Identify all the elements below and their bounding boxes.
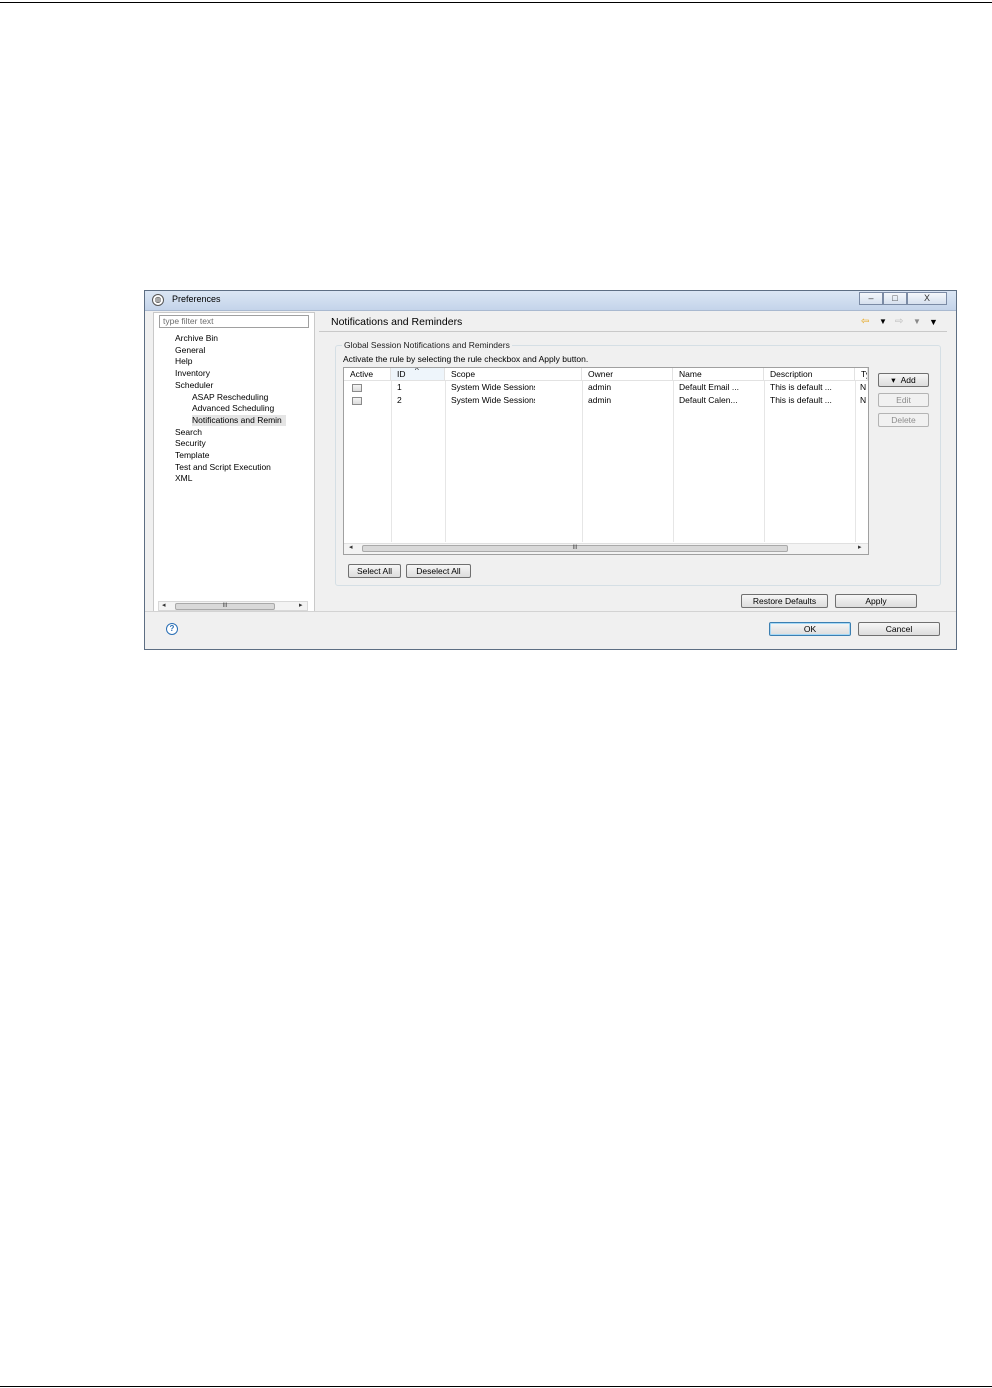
page-title: Notifications and Reminders [331,316,463,328]
active-checkbox[interactable] [352,397,362,405]
delete-button[interactable]: Delete [878,413,929,427]
tree-item[interactable]: Security [175,438,206,449]
cell-name: Default Email ... [679,382,739,392]
column-header-description[interactable]: Description [764,368,855,381]
column-header-id[interactable]: ID ^ [391,368,445,381]
preferences-window: ◍ Preferences – □ X type filter text Arc… [144,290,957,650]
preference-page: Notifications and Reminders ⇦ ▼ ⇨ ▼ ▼ Gl… [319,312,947,612]
page-bottom-rule [0,1386,992,1387]
view-menu-icon[interactable]: ▼ [929,317,938,327]
cell-owner: admin [588,395,612,405]
forward-menu-icon[interactable]: ▼ [913,317,921,327]
scroll-left-icon[interactable]: ◂ [349,544,353,552]
column-header-type[interactable]: Ty [855,368,868,381]
scroll-thumb[interactable]: III [362,545,788,552]
preference-tree-pane: type filter text Archive Bin General Help I… [153,312,315,612]
dropdown-arrow-icon: ▾ [891,375,896,385]
add-button-label: Add [900,375,916,385]
dialog-separator [145,611,956,612]
scroll-thumb[interactable]: III [175,603,275,610]
cell-owner: admin [588,382,612,392]
maximize-button[interactable]: □ [883,292,907,305]
tree-item[interactable]: Advanced Scheduling [192,403,274,414]
close-button[interactable]: X [907,292,947,305]
tree-item[interactable]: Template [175,450,210,461]
column-divider [764,381,765,542]
cell-id: 2 [397,395,402,405]
minimize-button[interactable]: – [859,292,883,305]
sort-ascending-icon: ^ [415,368,419,375]
page-top-rule [0,2,992,3]
cancel-button[interactable]: Cancel [858,622,940,636]
ok-button[interactable]: OK [769,622,851,636]
column-header-scope[interactable]: Scope [445,368,582,381]
back-menu-icon[interactable]: ▼ [879,317,887,327]
back-arrow-icon[interactable]: ⇦ [861,317,869,327]
column-header-owner[interactable]: Owner [582,368,673,381]
cell-description: This is default ... [770,395,832,405]
cell-scope: System Wide Sessions [451,382,535,392]
scroll-right-icon[interactable]: ▸ [858,544,862,552]
notifications-group: Global Session Notifications and Reminde… [335,340,941,586]
cell-name: Default Calen... [679,395,738,405]
tree-item[interactable]: Archive Bin [175,333,218,344]
edit-button[interactable]: Edit [878,393,929,407]
column-divider [673,381,674,542]
tree-item[interactable]: XML [175,473,192,484]
scroll-right-icon[interactable]: ▸ [299,602,303,610]
table-horizontal-scrollbar[interactable]: ◂ III ▸ [344,543,868,554]
column-header-id-label: ID [397,369,406,379]
tree-item[interactable]: Test and Script Execution [175,462,271,473]
add-button[interactable]: ▾ Add [878,373,929,387]
column-header-name[interactable]: Name [673,368,764,381]
tree-item[interactable]: Inventory [175,368,210,379]
column-header-active[interactable]: Active [344,368,391,381]
column-divider [582,381,583,542]
scroll-left-icon[interactable]: ◂ [162,602,166,610]
cell-scope: System Wide Sessions [451,395,535,405]
help-icon[interactable]: ? [166,623,178,635]
group-label: Global Session Notifications and Reminde… [342,340,512,350]
filter-input[interactable]: type filter text [159,315,309,328]
apply-button[interactable]: Apply [835,594,917,608]
cell-type: N [860,395,867,405]
tree-item[interactable]: Notifications and Remin [192,414,286,426]
instruction-text: Activate the rule by selecting the rule … [343,354,589,364]
active-checkbox[interactable] [352,384,362,392]
select-all-button[interactable]: Select All [348,564,401,578]
cell-id: 1 [397,382,402,392]
tree-item[interactable]: Scheduler [175,380,213,391]
rules-table: Active ID ^ Scope Owner Name Description… [343,367,869,555]
column-divider [445,381,446,542]
column-divider [391,381,392,542]
tree-item[interactable]: General [175,345,205,356]
title-separator [319,331,947,332]
tree-horizontal-scrollbar[interactable]: ◂ III ▸ [158,601,308,611]
cell-type: N [860,382,867,392]
restore-defaults-button[interactable]: Restore Defaults [741,594,828,608]
globe-icon: ◍ [152,294,164,306]
tree-item[interactable]: Help [175,356,192,367]
column-divider [855,381,856,542]
cell-description: This is default ... [770,382,832,392]
window-title: Preferences [172,294,221,304]
title-bar[interactable]: ◍ Preferences – □ X [145,291,956,311]
deselect-all-button[interactable]: Deselect All [406,564,471,578]
tree-item[interactable]: Search [175,427,202,438]
tree-item[interactable]: ASAP Rescheduling [192,392,268,403]
forward-arrow-icon[interactable]: ⇨ [895,317,903,327]
